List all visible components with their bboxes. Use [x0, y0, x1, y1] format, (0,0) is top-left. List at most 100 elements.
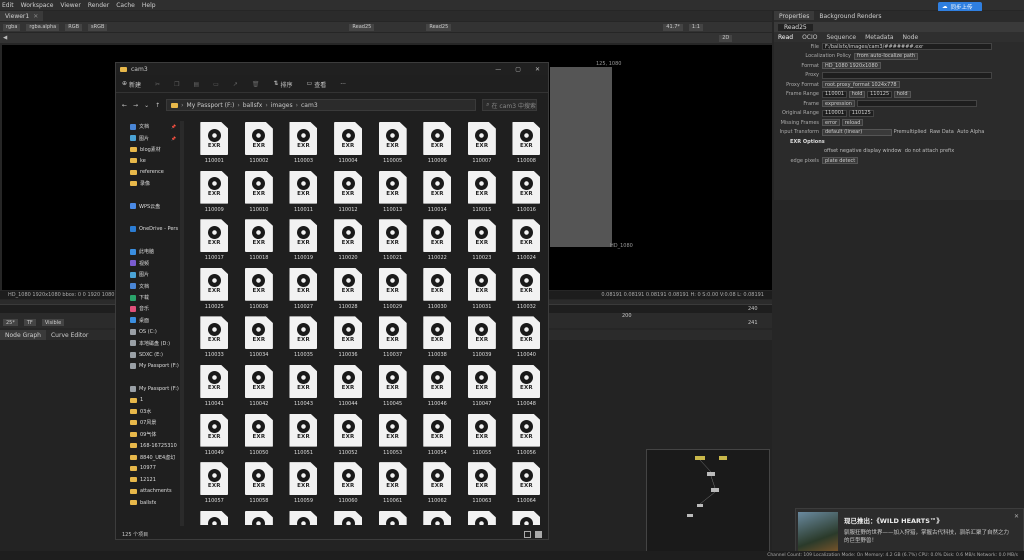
- exr-file[interactable]: EXR: [460, 510, 505, 525]
- exr-file[interactable]: EXR 110008: [504, 122, 548, 171]
- sort-button[interactable]: ⇅ 排序: [273, 80, 292, 89]
- nav-item[interactable]: 桌面: [116, 315, 180, 326]
- exr-file[interactable]: EXR 110005: [370, 122, 415, 171]
- exr-file[interactable]: EXR 110016: [504, 170, 548, 220]
- search-box[interactable]: ⌕ 在 cam3 中搜索: [482, 99, 538, 111]
- exr-file[interactable]: EXR 110043: [281, 364, 326, 414]
- visible-select[interactable]: Visible: [41, 319, 65, 326]
- exr-file[interactable]: EXR 110053: [370, 413, 415, 463]
- share-icon[interactable]: ↗: [233, 81, 238, 88]
- breadcrumb-item[interactable]: cam3: [301, 102, 318, 109]
- exr-file[interactable]: EXR 110049: [192, 413, 237, 463]
- frame-range-after[interactable]: hold: [893, 90, 911, 98]
- alpha-select[interactable]: rgba.alpha: [26, 23, 60, 31]
- frame-range-last[interactable]: 110125: [867, 90, 893, 98]
- exr-file[interactable]: EXR 110030: [415, 267, 460, 317]
- file-field[interactable]: F:/ballsfx/images/cam3/#######.exr: [822, 43, 992, 51]
- node-name[interactable]: Read25: [778, 23, 813, 31]
- exr-file[interactable]: EXR 110009: [192, 170, 237, 220]
- menu-item[interactable]: Viewer: [60, 2, 80, 9]
- nav-item[interactable]: OS (C:): [116, 326, 180, 337]
- minimize-icon[interactable]: —: [495, 66, 501, 73]
- exr-file[interactable]: EXR 110042: [237, 364, 282, 414]
- new-button[interactable]: ⊕ 新建: [122, 80, 141, 89]
- input-transform-select[interactable]: default (linear): [822, 128, 892, 136]
- tab-node-graph[interactable]: Node Graph: [0, 330, 46, 340]
- exr-file[interactable]: EXR 110004: [326, 122, 371, 171]
- forward-icon[interactable]: →: [133, 102, 138, 109]
- exr-file[interactable]: EXR 110017: [192, 219, 237, 268]
- do-not-attach-checkbox[interactable]: do not attach prefix: [905, 148, 954, 154]
- nav-item[interactable]: reference: [116, 167, 180, 178]
- raw-data-checkbox[interactable]: Raw Data: [930, 129, 954, 135]
- input-a-select[interactable]: Read25: [349, 23, 375, 31]
- exr-file[interactable]: EXR 110019: [281, 219, 326, 268]
- properties-subtab[interactable]: Read: [778, 34, 793, 41]
- nav-item[interactable]: OneDrive - Pers: [116, 224, 180, 235]
- nav-item[interactable]: 此电脑: [116, 246, 180, 257]
- exr-file[interactable]: EXR 110015: [460, 170, 505, 220]
- exr-file[interactable]: EXR 110048: [504, 364, 548, 414]
- exr-file[interactable]: EXR 110035: [281, 316, 326, 365]
- exr-file[interactable]: EXR 110040: [504, 316, 548, 365]
- toast-close-icon[interactable]: ✕: [1014, 513, 1019, 520]
- details-view-icon[interactable]: [524, 530, 531, 538]
- exr-file[interactable]: EXR 110059: [281, 462, 326, 511]
- nav-item[interactable]: WPS云盘: [116, 201, 180, 212]
- navpane-scrollbar[interactable]: [180, 121, 184, 526]
- cut-icon[interactable]: ✂: [155, 81, 160, 88]
- exr-file[interactable]: EXR 110031: [460, 267, 505, 317]
- exr-file[interactable]: EXR: [504, 510, 548, 525]
- format-select[interactable]: HD_1080 1920x1080: [822, 62, 881, 70]
- exr-file[interactable]: EXR 110020: [326, 219, 371, 268]
- menu-item[interactable]: Help: [142, 2, 156, 9]
- exr-file[interactable]: EXR 110036: [326, 316, 371, 365]
- exr-file[interactable]: EXR 110044: [326, 364, 371, 414]
- exr-file[interactable]: EXR 110047: [460, 364, 505, 414]
- channels-select[interactable]: rgba: [3, 23, 21, 31]
- nav-item[interactable]: 视频: [116, 258, 180, 269]
- exr-file[interactable]: EXR 110025: [192, 267, 237, 317]
- play-icon[interactable]: ◀: [3, 35, 7, 41]
- nav-item[interactable]: 文档: [116, 280, 180, 291]
- exr-file[interactable]: EXR 110051: [281, 413, 326, 463]
- menu-item[interactable]: Cache: [116, 2, 135, 9]
- up-icon[interactable]: ↑: [155, 102, 160, 109]
- original-last[interactable]: 110125: [848, 109, 874, 117]
- exr-file[interactable]: EXR 110056: [504, 413, 548, 463]
- exr-file[interactable]: EXR 110033: [192, 316, 237, 365]
- nav-item[interactable]: My Passport (F:): [116, 360, 180, 371]
- properties-subtab[interactable]: Metadata: [865, 34, 893, 41]
- exr-file[interactable]: EXR 110037: [370, 316, 415, 365]
- nav-item[interactable]: 图片 📌: [116, 132, 180, 143]
- exr-file[interactable]: EXR 110052: [326, 413, 371, 463]
- exr-file[interactable]: EXR 110046: [415, 364, 460, 414]
- nav-item[interactable]: 图片: [116, 269, 180, 280]
- input-b-select[interactable]: Read25: [426, 23, 452, 31]
- nav-item[interactable]: blog素材: [116, 144, 180, 155]
- properties-subtab[interactable]: Node: [903, 34, 919, 41]
- exr-file[interactable]: EXR 110029: [370, 267, 415, 317]
- node-graph-minimap[interactable]: [646, 449, 770, 557]
- exr-file[interactable]: EXR: [326, 510, 371, 525]
- exr-file[interactable]: EXR 110001: [192, 122, 237, 171]
- tf-select[interactable]: TF: [23, 319, 36, 326]
- close-window-icon[interactable]: ✕: [535, 66, 540, 73]
- exr-file[interactable]: EXR 110012: [326, 170, 371, 220]
- copy-icon[interactable]: ❐: [174, 81, 179, 88]
- exr-file[interactable]: EXR 110007: [460, 122, 505, 171]
- delete-icon[interactable]: 🗑: [252, 81, 260, 88]
- nav-item[interactable]: 本地磁盘 (D:): [116, 337, 180, 348]
- premultiplied-checkbox[interactable]: Premultiplied: [894, 129, 927, 135]
- exr-file[interactable]: EXR 110041: [192, 364, 237, 414]
- exr-file[interactable]: EXR 110061: [370, 462, 415, 511]
- exr-file[interactable]: EXR: [192, 510, 237, 525]
- view-mode-select[interactable]: 2D: [719, 34, 733, 42]
- reload-button[interactable]: reload: [841, 119, 864, 127]
- exr-file[interactable]: EXR 110038: [415, 316, 460, 365]
- original-first[interactable]: 110001: [822, 109, 848, 117]
- exr-file[interactable]: EXR: [415, 510, 460, 525]
- maximize-icon[interactable]: ▢: [515, 66, 521, 73]
- frame-range-first[interactable]: 110001: [822, 90, 848, 98]
- address-bar[interactable]: › My Passport (F:) › ballsfx › images › cam3: [166, 99, 477, 111]
